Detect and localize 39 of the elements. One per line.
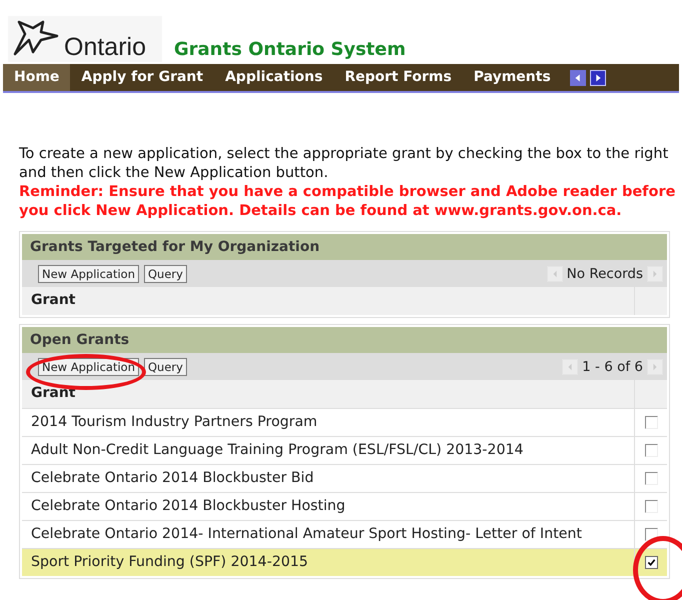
- checkbox[interactable]: [644, 472, 658, 485]
- logo-text: Ontario: [64, 35, 146, 60]
- toolbar-button[interactable]: Query: [144, 358, 187, 376]
- nav-tab[interactable]: Payments: [462, 64, 562, 91]
- table-row[interactable]: Adult Non-Credit Language Training Program (ESL/FSL/CL) 2013-2014: [22, 436, 667, 464]
- table-cell-text: Sport Priority Funding (SPF) 2014-2015: [30, 553, 310, 572]
- nav-tab[interactable]: Report Forms: [334, 64, 463, 91]
- left-triangle-icon: [566, 362, 574, 370]
- record-count: 1 - 6 of 6: [582, 358, 643, 374]
- checkbox[interactable]: [644, 556, 658, 569]
- panel-title: Open Grants: [22, 327, 667, 353]
- next-button[interactable]: [590, 70, 606, 86]
- column-header: Grant: [30, 384, 77, 403]
- table-cell-text: Celebrate Ontario 2014 Blockbuster Hosting: [30, 497, 346, 516]
- table-row[interactable]: Celebrate Ontario 2014 Blockbuster Bid: [22, 464, 667, 492]
- instruction-text: To create a new application, select the appropriate grant by checking the box to the right and then click the New Application button.: [19, 145, 670, 183]
- checkbox[interactable]: [644, 500, 658, 513]
- table-cell-text: Celebrate Ontario 2014- International Amateur Sport Hosting- Letter of Intent: [30, 525, 583, 544]
- system-title: Grants Ontario System: [174, 39, 406, 60]
- table-cell-text: 2014 Tourism Industry Partners Program: [30, 413, 318, 432]
- table-cell-text: Celebrate Ontario 2014 Blockbuster Bid: [30, 469, 315, 488]
- nav-tab[interactable]: Applications: [214, 64, 334, 91]
- right-triangle-icon: [651, 362, 659, 370]
- left-triangle-icon: [550, 270, 559, 278]
- table-row[interactable]: Celebrate Ontario 2014 Blockbuster Hosting: [22, 492, 667, 520]
- checkbox[interactable]: [644, 416, 658, 429]
- nav-tab[interactable]: Apply for Grant: [70, 64, 214, 91]
- panel-title: Grants Targeted for My Organization: [22, 234, 667, 260]
- record-count: No Records: [566, 266, 643, 282]
- checkbox[interactable]: [644, 444, 658, 457]
- column-header: Grant: [30, 291, 77, 310]
- table-row[interactable]: 2014 Tourism Industry Partners Program: [22, 408, 667, 436]
- toolbar-button[interactable]: New Application: [38, 264, 139, 282]
- reminder-text: Reminder: Ensure that you have a compatible browser and Adobe reader before you click New Application. Details can be found at www.grants.gov.on.ca.: [19, 183, 676, 221]
- table-row[interactable]: Sport Priority Funding (SPF) 2014-2015: [22, 548, 667, 576]
- right-triangle-icon: [651, 270, 659, 278]
- nav-tab[interactable]: Home: [3, 64, 70, 91]
- toolbar-button[interactable]: Query: [144, 264, 187, 282]
- table-cell-text: Adult Non-Credit Language Training Program (ESL/FSL/CL) 2013-2014: [30, 441, 524, 460]
